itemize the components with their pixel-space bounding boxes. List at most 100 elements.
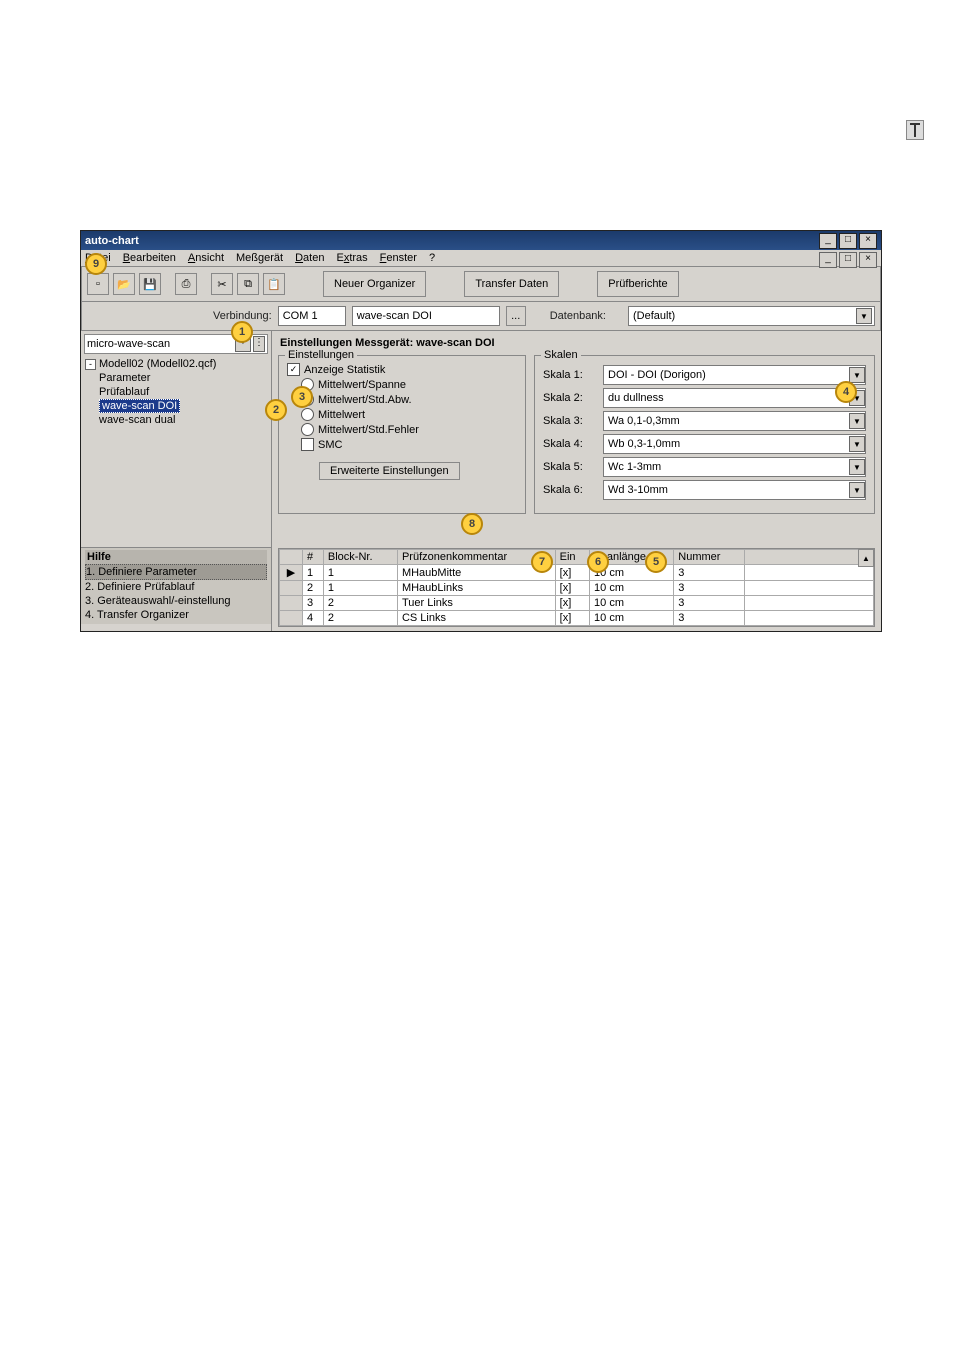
window-title: auto-chart [85,235,819,247]
skala5-combo[interactable]: Wc 1-3mm▼ [603,457,866,477]
skala4-label: Skala 4: [543,438,597,450]
table-row[interactable]: 42CS Links[x]10 cm3 [280,611,874,626]
menu-extras[interactable]: Extras [336,252,367,264]
col-rowselector [280,550,303,565]
save-button[interactable]: 💾 [139,273,161,295]
app-window: 9 1 2 3 4 5 6 7 8 auto-chart _ □ × DDate… [80,230,882,632]
tree-node-device-2[interactable]: wave-scan dual [85,413,267,427]
help-step-3[interactable]: 3. Geräteauswahl/-einstellung [85,594,267,608]
close-button[interactable]: × [859,233,877,249]
callout-2: 2 [265,399,287,421]
chevron-down-icon: ▼ [849,459,865,475]
chevron-down-icon: ▼ [856,308,872,324]
skala1-combo[interactable]: DOI - DOI (Dorigon)▼ [603,365,866,385]
database-value: (Default) [633,310,675,322]
callout-1: 1 [231,321,253,343]
print-button[interactable]: ⎙ [175,273,197,295]
titlebar: auto-chart _ □ × [81,231,881,250]
group-skalen: Skalen Skala 1:DOI - DOI (Dorigon)▼ Skal… [534,355,875,514]
database-label: Datenbank: [550,310,606,322]
group-einstellungen-title: Einstellungen [285,349,357,361]
paste-icon: 📋 [267,278,281,291]
radio-mittelwert-stdfehler[interactable]: Mittelwert/Std.Fehler [287,422,517,437]
new-button[interactable]: ▫ [87,273,109,295]
table-row[interactable]: 21MHaubLinks[x]10 cm3 [280,581,874,596]
col-spacer [745,550,874,565]
radio-mittelwert-stdabw[interactable]: Mittelwert/Std.Abw. [287,392,517,407]
callout-9: 9 [85,253,107,275]
copy-button[interactable]: ⧉ [237,273,259,295]
callout-3: 3 [291,386,313,408]
transfer-data-button[interactable]: Transfer Daten [464,271,559,297]
minimize-button[interactable]: _ [819,233,837,249]
radio-mittelwert[interactable]: Mittelwert [287,407,517,422]
help-step-1[interactable]: 1. Definiere Parameter [85,564,267,580]
checkbox-icon [301,438,314,451]
col-num[interactable]: Nummer [674,550,745,565]
skala4-combo[interactable]: Wb 0,3-1,0mm▼ [603,434,866,454]
menu-data[interactable]: Daten [295,252,324,264]
device-value: wave-scan DOI [357,310,432,322]
callout-5: 5 [645,551,667,573]
col-hash[interactable]: # [303,550,324,565]
advanced-settings-button[interactable]: Erweiterte Einstellungen [319,462,460,480]
row-pointer-icon: ▶ [280,565,303,581]
menu-edit[interactable]: Bearbeiten [123,252,176,264]
tree-node-pruefablauf[interactable]: Prüfablauf [85,385,267,399]
skala6-combo[interactable]: Wd 3-10mm▼ [603,480,866,500]
skala6-label: Skala 6: [543,484,597,496]
callout-6: 6 [587,551,609,573]
maximize-button[interactable]: □ [839,233,857,249]
crop-icon [906,120,924,140]
group-einstellungen: Einstellungen ✓ Anzeige Statistik Mittel… [278,355,526,514]
col-block[interactable]: Block-Nr. [323,550,397,565]
menu-help[interactable]: ? [429,252,435,264]
callout-8: 8 [461,513,483,535]
connection-bar: Verbindung: COM 1 wave-scan DOI ... Date… [81,302,881,330]
open-button[interactable]: 📂 [113,273,135,295]
cut-button[interactable]: ✂ [211,273,233,295]
help-step-2[interactable]: 2. Definiere Prüfablauf [85,580,267,594]
skala3-label: Skala 3: [543,415,597,427]
mdi-minimize-button[interactable]: _ [819,252,837,268]
copy-icon: ⧉ [244,278,252,291]
device-browse-button[interactable]: ... [506,306,526,326]
mdi-maximize-button[interactable]: □ [839,252,857,268]
menu-view[interactable]: Ansicht [188,252,224,264]
callout-7: 7 [531,551,553,573]
new-organizer-button[interactable]: Neuer Organizer [323,271,426,297]
print-icon: ⎙ [182,278,191,291]
device-combo[interactable]: wave-scan DOI [352,306,500,326]
chevron-down-icon: ▼ [849,436,865,452]
table-row[interactable]: 32Tuer Links[x]10 cm3 [280,596,874,611]
skala2-combo[interactable]: du dullness▼ [603,388,866,408]
database-combo[interactable]: (Default) ▼ [628,306,875,326]
checkbox-icon: ✓ [287,363,300,376]
help-panel: Hilfe 1. Definiere Parameter 2. Definier… [81,547,271,624]
checkbox-anzeige-statistik[interactable]: ✓ Anzeige Statistik [287,362,517,377]
help-step-4[interactable]: 4. Transfer Organizer [85,608,267,622]
menu-window[interactable]: Fenster [380,252,417,264]
menu-device[interactable]: Meßgerät [236,252,283,264]
table-row[interactable]: ▶11MHaubMitte[x]10 cm3 [280,565,874,581]
skala1-label: Skala 1: [543,369,597,381]
mdi-close-button[interactable]: × [859,252,877,268]
reports-button[interactable]: Prüfberichte [597,271,678,297]
checkbox-label: SMC [318,439,342,451]
tree-node-parameter[interactable]: Parameter [85,371,267,385]
com-port-combo[interactable]: COM 1 [278,306,346,326]
tree-splitter-icon[interactable]: ⋮ [253,336,265,352]
paste-button[interactable]: 📋 [263,273,285,295]
toolbar: ▫ 📂 💾 ⎙ ✂ ⧉ 📋 Neuer Organizer Transfer D… [81,267,881,302]
skala3-combo[interactable]: Wa 0,1-0,3mm▼ [603,411,866,431]
tree: -Modell02 (Modell02.qcf) Parameter Prüfa… [85,357,267,427]
checkbox-smc[interactable]: SMC [287,437,517,452]
scroll-up-button[interactable]: ▲ [858,549,874,567]
tree-root[interactable]: -Modell02 (Modell02.qcf) [85,357,267,371]
help-title: Hilfe [85,550,267,564]
radio-mittelwert-spanne[interactable]: Mittelwert/Spanne [287,377,517,392]
zones-table: ▲ # Block-Nr. Prüfzonenkommentar Ein Sca… [278,548,875,627]
col-ein[interactable]: Ein [555,550,589,565]
file-new-icon: ▫ [96,278,100,290]
tree-node-device-1[interactable]: wave-scan DOI [85,399,267,413]
